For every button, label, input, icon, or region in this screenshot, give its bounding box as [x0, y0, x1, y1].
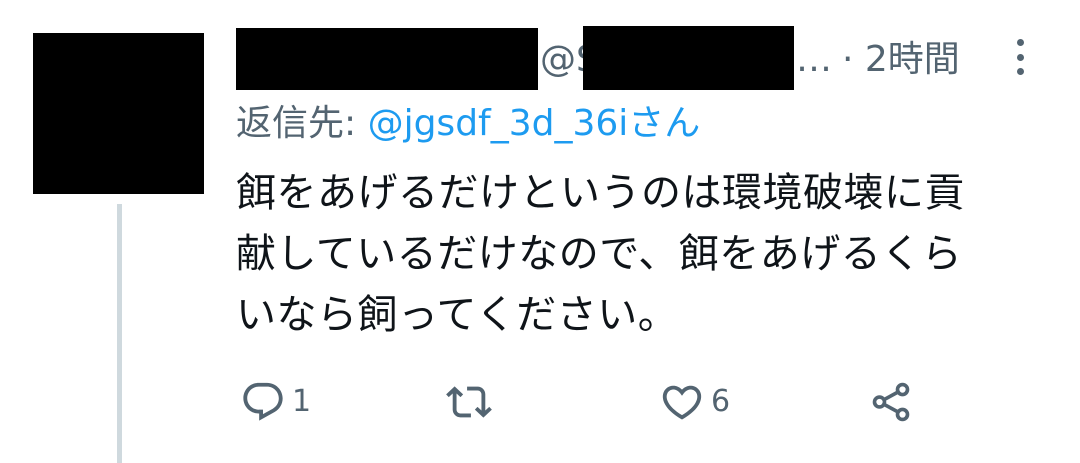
more-dot	[1016, 39, 1024, 46]
reply-count: 1	[292, 384, 312, 419]
redacted-handle	[583, 26, 794, 90]
reply-icon	[243, 382, 283, 421]
heart-icon	[662, 385, 702, 420]
share-icon	[872, 382, 910, 422]
thread-line	[117, 204, 122, 463]
retweet-icon	[446, 386, 492, 418]
handle-ellipsis: …	[796, 39, 832, 80]
more-dot	[1016, 53, 1024, 61]
like-count: 6	[711, 384, 731, 419]
tweet-text-line: いなら飼ってください。	[236, 292, 679, 338]
more-options-icon[interactable]	[1007, 36, 1033, 78]
tweet-text-line: 献しているだけなので、餌をあげるくら	[236, 231, 963, 277]
reply-button[interactable]: 1	[240, 378, 311, 426]
redacted-display-name	[236, 28, 538, 90]
like-button[interactable]: 6	[659, 378, 730, 426]
timestamp[interactable]: · 2時間	[842, 38, 960, 82]
share-button[interactable]	[868, 378, 914, 426]
reply-to: 返信先: @jgsdf_3d_36iさん	[236, 102, 700, 146]
more-dot	[1016, 68, 1024, 75]
avatar[interactable]	[33, 33, 204, 194]
reply-to-label: 返信先:	[236, 103, 368, 144]
reply-to-mention-link[interactable]: @jgsdf_3d_36iさん	[368, 103, 701, 144]
retweet-button[interactable]	[446, 378, 492, 426]
tweet-text-line: 餌をあげるだけというのは環境破壊に貢	[236, 170, 965, 216]
tweet-text: 餌をあげるだけというのは環境破壊に貢 献しているだけなので、餌をあげるくら いな…	[236, 163, 1056, 346]
